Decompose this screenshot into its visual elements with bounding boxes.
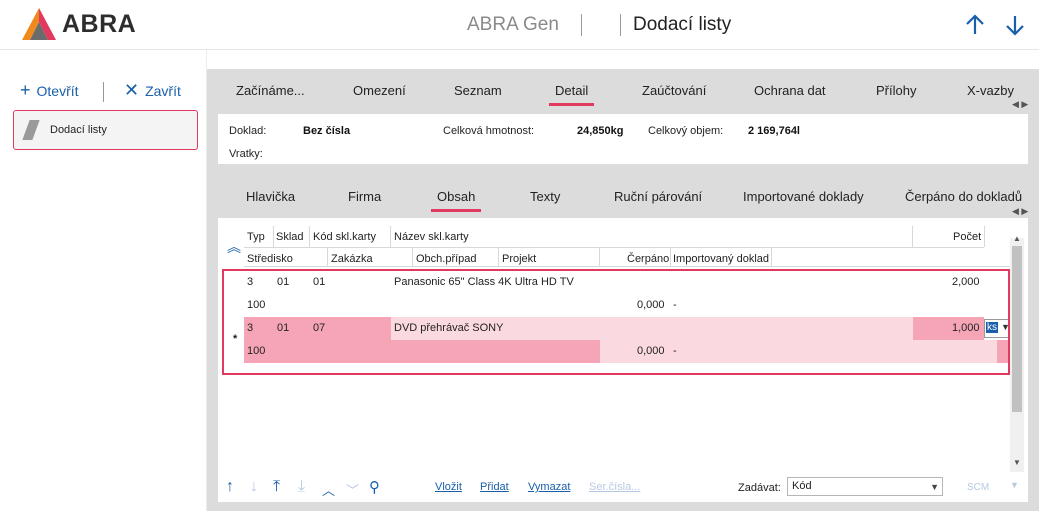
col-divider: [390, 226, 391, 247]
logo-text: ABRA: [62, 9, 137, 38]
tab-firma[interactable]: Firma: [348, 189, 381, 204]
col-divider: [412, 248, 413, 266]
move-top-icon[interactable]: ⤒: [273, 478, 280, 496]
close-button[interactable]: ✕ Zavřít: [124, 80, 181, 101]
document-icon: [22, 120, 40, 140]
scroll-down-icon[interactable]: ▼: [1013, 458, 1021, 467]
tab-prilohy[interactable]: Přílohy: [876, 83, 916, 98]
vymazat-link[interactable]: Vymazat: [528, 481, 570, 493]
abra-logo-icon: [22, 8, 56, 40]
col-divider: [771, 248, 772, 266]
col-nazev[interactable]: Název skl.karty: [394, 231, 469, 243]
document-card-label: Dodací listy: [50, 124, 107, 136]
nav-down-button[interactable]: [1003, 12, 1027, 38]
vratky-label: Vratky:: [229, 148, 263, 160]
tab-x-vazby[interactable]: X-vazby: [967, 83, 1014, 98]
hmotnost-value: 24,850kg: [577, 125, 624, 137]
subtabs-scroll-arrows[interactable]: ◀ ▶: [1012, 206, 1028, 217]
tab-detail[interactable]: Detail: [548, 83, 595, 106]
col-divider: [498, 248, 499, 266]
tab-omezeni[interactable]: Omezení: [353, 83, 406, 98]
col-divider: [273, 226, 274, 247]
left-panel: + Otevřít ✕ Zavřít Dodací listy: [0, 50, 207, 511]
vlozit-link[interactable]: Vložit: [435, 481, 462, 493]
search-icon[interactable]: ⚲: [369, 478, 380, 496]
col-divider: [984, 226, 985, 247]
chevron-down-icon[interactable]: ﹀: [346, 480, 359, 499]
col-importovany-doklad[interactable]: Importovaný doklad: [673, 253, 769, 265]
col-obch-pripad[interactable]: Obch.případ: [416, 253, 477, 265]
tab-zaciname[interactable]: Začínáme...: [236, 83, 305, 98]
col-typ[interactable]: Typ: [247, 231, 265, 243]
top-bar: ABRA ABRA Gen Dodací listy: [0, 0, 1039, 50]
scroll-up-icon[interactable]: ▲: [1013, 234, 1021, 243]
divider: [103, 82, 104, 102]
info-bar: [218, 114, 1028, 164]
doklad-label: Doklad:: [229, 125, 267, 137]
serial-numbers-link[interactable]: Ser.čísla...: [589, 481, 640, 493]
objem-label: Celkový objem:: [648, 125, 724, 137]
chevron-up-icon[interactable]: ︿: [322, 480, 335, 499]
chevron-down-icon: ▼: [930, 482, 939, 492]
bottom-toolbar: ↑ ↓ ⤒ ⤓ ︿ ﹀ ⚲ Vložit Přidat Vymazat Ser.…: [218, 476, 1028, 502]
close-label: Zavřít: [145, 82, 181, 99]
tab-hlavicka[interactable]: Hlavička: [246, 189, 295, 204]
abra-logo: ABRA: [22, 8, 136, 40]
doklad-value: Bez čísla: [303, 125, 351, 137]
zadavat-label: Zadávat:: [738, 482, 781, 494]
collapse-icon[interactable]: ︽: [227, 237, 241, 257]
header-divider: [244, 247, 984, 248]
grid-scrollbar[interactable]: ▲ ▼: [1010, 234, 1024, 472]
col-divider: [670, 248, 671, 266]
col-divider: [599, 248, 600, 266]
arrow-down-icon[interactable]: ↓: [250, 478, 258, 496]
col-divider: [912, 226, 913, 247]
header-divider: [244, 266, 1010, 267]
tab-zauctovani[interactable]: Zaúčtování: [642, 83, 706, 98]
arrow-up-icon[interactable]: ↑: [226, 478, 234, 496]
plus-icon: +: [20, 80, 31, 100]
document-card[interactable]: Dodací listy: [13, 110, 198, 150]
tab-ochrana-dat[interactable]: Ochrana dat: [754, 83, 826, 98]
page-title: Dodací listy: [633, 14, 732, 35]
nav-up-button[interactable]: [963, 12, 987, 38]
tab-seznam[interactable]: Seznam: [454, 83, 502, 98]
arrow-up-icon: [966, 14, 984, 34]
col-kod[interactable]: Kód skl.karty: [313, 231, 376, 243]
move-bottom-icon[interactable]: ⤓: [298, 478, 305, 496]
tab-obsah[interactable]: Obsah: [430, 189, 482, 212]
chevron-down-icon[interactable]: ▼: [1010, 480, 1019, 490]
scrollbar-thumb[interactable]: [1012, 246, 1022, 412]
tab-texty[interactable]: Texty: [530, 189, 560, 204]
app-name: ABRA Gen: [467, 14, 559, 35]
arrow-down-icon: [1006, 16, 1024, 36]
rows-highlight-frame: [222, 269, 1010, 375]
divider: [620, 14, 621, 36]
open-button[interactable]: + Otevřít: [20, 80, 79, 101]
pridat-link[interactable]: Přidat: [480, 481, 509, 493]
col-divider: [327, 248, 328, 266]
objem-value: 2 169,764l: [748, 125, 800, 137]
tab-importovane-doklady[interactable]: Importované doklady: [743, 189, 864, 204]
zadavat-value: Kód: [792, 480, 812, 492]
zadavat-select[interactable]: Kód ▼: [787, 477, 943, 496]
open-label: Otevřít: [36, 82, 79, 99]
col-pocet[interactable]: Počet: [953, 231, 981, 243]
close-icon: ✕: [124, 80, 140, 100]
tabs-scroll-arrows[interactable]: ◀ ▶: [1012, 99, 1028, 110]
divider: [581, 14, 582, 36]
col-projekt[interactable]: Projekt: [502, 253, 536, 265]
tab-cerpano-do-dokladu[interactable]: Čerpáno do dokladů: [905, 189, 1022, 204]
col-zakazka[interactable]: Zakázka: [331, 253, 373, 265]
col-divider: [309, 226, 310, 247]
hmotnost-label: Celková hmotnost:: [443, 125, 535, 137]
col-stredisko[interactable]: Středisko: [247, 253, 293, 265]
col-cerpano[interactable]: Čerpáno: [627, 253, 669, 265]
scm-button[interactable]: SCM: [967, 482, 989, 493]
tab-rucni-parovani[interactable]: Ruční párování: [614, 189, 702, 204]
col-sklad[interactable]: Sklad: [276, 231, 304, 243]
